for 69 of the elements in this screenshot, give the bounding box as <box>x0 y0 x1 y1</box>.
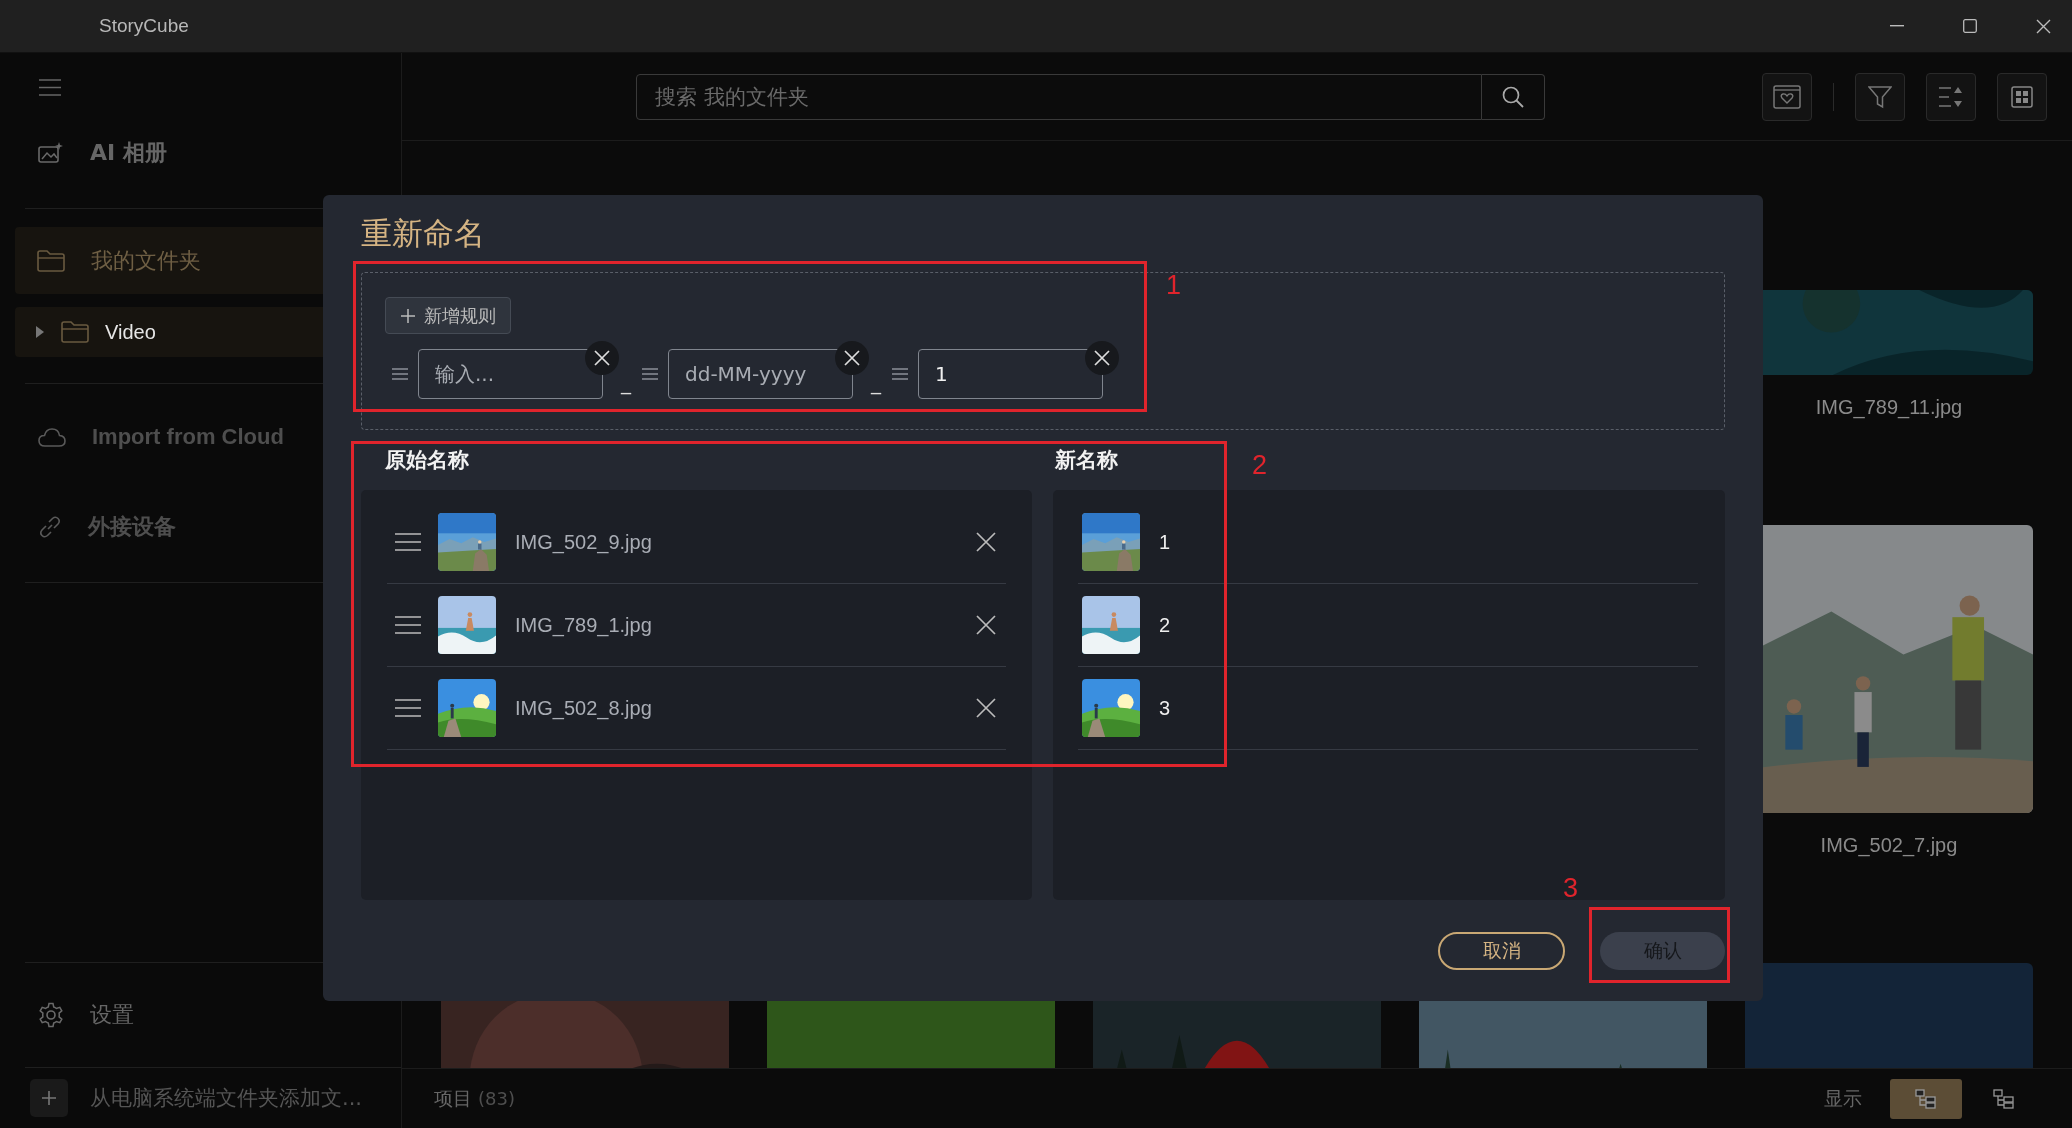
annotation-number: 1 <box>1166 272 1182 299</box>
search-button[interactable] <box>1482 73 1545 120</box>
new-file-name: 3 <box>1159 696 1171 720</box>
close-icon <box>1093 349 1111 367</box>
album-button[interactable] <box>1762 72 1812 121</box>
remove-icon[interactable] <box>976 615 996 635</box>
rule-field[interactable]: 输入... <box>418 349 603 399</box>
item-count: (83) <box>478 1088 515 1109</box>
drag-handle-icon[interactable] <box>395 616 421 634</box>
close-icon <box>843 349 861 367</box>
file-name: IMG_789_1.jpg <box>515 613 652 637</box>
column-header: 原始名称 <box>385 447 469 474</box>
sort-button[interactable] <box>1926 72 1976 121</box>
settings-icon <box>38 1002 64 1028</box>
new-file-name: 1 <box>1159 530 1171 554</box>
close-icon[interactable] <box>2036 18 2051 34</box>
folder-icon <box>37 249 65 272</box>
add-rule-button[interactable]: 新增规则 <box>385 297 511 334</box>
file-name: IMG_502_8.jpg <box>515 696 652 720</box>
photo-icon <box>38 141 64 165</box>
rule-field[interactable]: dd-MM-yyyy <box>668 349 853 399</box>
view-button[interactable] <box>1997 72 2047 121</box>
sidebar-item[interactable]: 外接设备 <box>0 492 401 562</box>
separator: _ <box>871 371 881 395</box>
tree-icon <box>1993 1088 2015 1109</box>
sort-icon <box>1938 84 1964 109</box>
column-header: 新名称 <box>1055 447 1118 474</box>
item-count-label: 项目 <box>434 1085 472 1111</box>
folder-icon <box>61 321 89 343</box>
drag-handle-icon[interactable] <box>642 368 658 380</box>
plus-icon <box>400 307 416 324</box>
window-title: StoryCube <box>99 15 189 37</box>
view-toggle[interactable] <box>1890 1078 1962 1119</box>
cancel-button[interactable]: 取消 <box>1438 932 1565 970</box>
add-icon <box>30 1079 68 1117</box>
close-icon <box>593 349 611 367</box>
remove-rule-button[interactable] <box>1085 341 1119 375</box>
rule-field[interactable]: 1 <box>918 349 1103 399</box>
sidebar-item[interactable]: AI 相册 <box>0 121 401 185</box>
sidebar-item[interactable]: 设置 <box>0 963 401 1067</box>
minimize-icon[interactable] <box>1890 25 1904 27</box>
tree-icon <box>1915 1088 1937 1109</box>
remove-icon[interactable] <box>976 532 996 552</box>
search-field[interactable]: 搜索 我的文件夹 <box>636 73 1482 120</box>
menu-icon[interactable] <box>39 78 61 96</box>
annotation-number: 2 <box>1252 452 1268 479</box>
filter-icon <box>1868 84 1892 109</box>
annotation-number: 3 <box>1563 875 1579 902</box>
drag-handle-icon[interactable] <box>892 368 908 380</box>
remove-icon[interactable] <box>976 698 996 718</box>
grid-icon <box>2011 85 2033 108</box>
new-file-name: 2 <box>1159 613 1171 637</box>
cloud-icon <box>38 427 66 447</box>
drag-handle-icon[interactable] <box>395 533 421 551</box>
file-name: IMG_502_7.jpg <box>1820 832 1958 859</box>
maximize-icon[interactable] <box>1963 19 1977 33</box>
filter-button[interactable] <box>1855 72 1905 121</box>
remove-rule-button[interactable] <box>835 341 869 375</box>
separator: _ <box>621 371 631 395</box>
drag-handle-icon[interactable] <box>392 368 408 380</box>
file-name: IMG_502_9.jpg <box>515 530 652 554</box>
remove-rule-button[interactable] <box>585 341 619 375</box>
caret-icon[interactable] <box>35 326 45 338</box>
file-name: IMG_789_11.jpg <box>1815 394 1963 421</box>
view-label: 显示 <box>1824 1085 1862 1111</box>
search-icon <box>1502 85 1524 108</box>
drag-handle-icon[interactable] <box>395 699 421 717</box>
link-icon <box>38 515 62 539</box>
add-folder-item[interactable]: 从电脑系统端文件夹添加文... <box>0 1068 401 1128</box>
